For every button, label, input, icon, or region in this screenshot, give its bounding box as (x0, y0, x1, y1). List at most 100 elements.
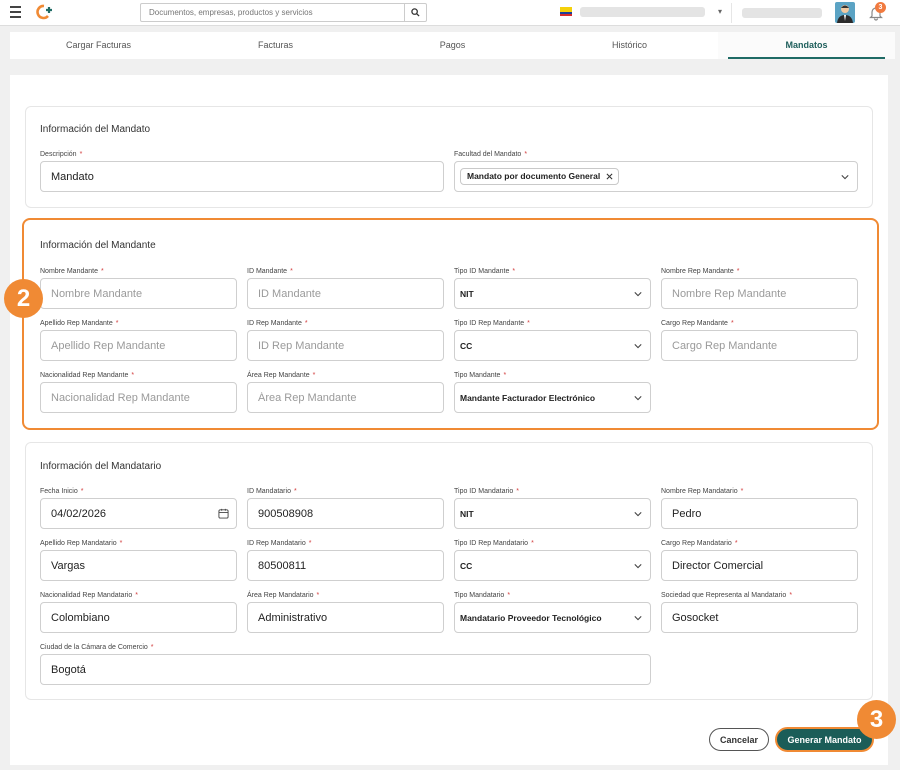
nacionalidad-rep-mandante-field (40, 382, 237, 413)
step-badge-3: 3 (857, 700, 896, 739)
chevron-down-icon (634, 512, 642, 517)
fecha-inicio-input[interactable] (41, 499, 236, 528)
nombre-rep-mandante-input[interactable] (662, 279, 857, 308)
id-rep-mandante-input[interactable] (248, 331, 443, 360)
descripcion-input[interactable] (41, 162, 443, 191)
nombre-rep-mandante-label: Nombre Rep Mandante * (661, 268, 740, 275)
logo-icon[interactable] (34, 3, 54, 21)
id-mandante-input[interactable] (248, 279, 443, 308)
chevron-down-icon (634, 564, 642, 569)
menu-icon[interactable] (10, 6, 21, 18)
tipo-id-mandante-select[interactable]: NIT (454, 278, 651, 309)
search-box (140, 3, 427, 22)
tab-facturas[interactable]: Facturas (187, 32, 364, 59)
nacionalidad-rep-mandante-label: Nacionalidad Rep Mandante * (40, 372, 135, 379)
id-rep-mandatario-label: ID Rep Mandatario * (247, 540, 312, 547)
nacionalidad-rep-mandatario-input[interactable] (41, 603, 236, 632)
chevron-down-icon (634, 396, 642, 401)
chevron-down-icon (634, 292, 642, 297)
nombre-rep-mandatario-label: Nombre Rep Mandatario * (661, 488, 744, 495)
tipo-mandante-value: Mandante Facturador Electrónico (460, 393, 596, 403)
area-rep-mandante-label: Área Rep Mandante * (247, 372, 316, 379)
mandante-section-title: Información del Mandante (40, 240, 156, 251)
tipo-mandante-select[interactable]: Mandante Facturador Electrónico (454, 382, 651, 413)
sociedad-mandatario-input[interactable] (662, 603, 857, 632)
notification-badge: 3 (875, 2, 886, 13)
tipo-mandatario-select[interactable]: Mandatario Proveedor Tecnológico (454, 602, 651, 633)
tipo-mandatario-label: Tipo Mandatario * (454, 592, 511, 599)
chevron-down-icon (841, 175, 849, 180)
id-rep-mandatario-field (247, 550, 444, 581)
tab-historico[interactable]: Histórico (541, 32, 718, 59)
colombia-flag-icon[interactable] (560, 7, 572, 16)
avatar[interactable] (835, 2, 855, 23)
tipo-id-rep-mandatario-label: Tipo ID Rep Mandatario * (454, 540, 534, 547)
facultad-chip: Mandato por documento General (460, 168, 620, 185)
cargo-rep-mandatario-input[interactable] (662, 551, 857, 580)
cargo-rep-mandatario-field (661, 550, 858, 581)
tab-mandatos[interactable]: Mandatos (718, 32, 895, 59)
apellido-rep-mandante-input[interactable] (41, 331, 236, 360)
calendar-icon[interactable] (218, 508, 229, 519)
top-bar: ▾ 3 (0, 0, 900, 26)
generate-mandate-button[interactable]: Generar Mandato (775, 727, 874, 752)
chevron-down-icon (634, 344, 642, 349)
cargo-rep-mandatario-label: Cargo Rep Mandatario * (661, 540, 738, 547)
descripcion-label: Descripción * (40, 151, 83, 158)
area-rep-mandante-input[interactable] (248, 383, 443, 412)
area-rep-mandatario-input[interactable] (248, 603, 443, 632)
nacionalidad-rep-mandante-input[interactable] (41, 383, 236, 412)
step-badge-2: 2 (4, 279, 43, 318)
nombre-mandante-label: Nombre Mandante * (40, 268, 104, 275)
user-avatar-icon (837, 5, 853, 23)
tipo-id-mandatario-value: NIT (460, 509, 474, 519)
nombre-mandante-input[interactable] (41, 279, 236, 308)
search-input[interactable] (141, 4, 405, 21)
chevron-down-icon: ▾ (717, 7, 722, 16)
id-rep-mandatario-input[interactable] (248, 551, 443, 580)
divider (731, 3, 732, 23)
chevron-down-icon (634, 616, 642, 621)
tipo-id-mandatario-select[interactable]: NIT (454, 498, 651, 529)
tab-cargar-facturas[interactable]: Cargar Facturas (10, 32, 187, 59)
id-mandante-field (247, 278, 444, 309)
company-name-redacted (580, 7, 705, 17)
area-rep-mandante-field (247, 382, 444, 413)
apellido-rep-mandatario-field (40, 550, 237, 581)
id-rep-mandante-field (247, 330, 444, 361)
mandato-section-title: Información del Mandato (40, 124, 151, 135)
tipo-id-mandatario-label: Tipo ID Mandatario * (454, 488, 520, 495)
id-mandatario-field (247, 498, 444, 529)
mandatario-section-title: Información del Mandatario (40, 461, 162, 472)
tipo-id-rep-mandante-label: Tipo ID Rep Mandante * (454, 320, 530, 327)
mandato-section (25, 106, 873, 208)
cargo-rep-mandante-label: Cargo Rep Mandante * (661, 320, 734, 327)
apellido-rep-mandatario-input[interactable] (41, 551, 236, 580)
apellido-rep-mandatario-label: Apellido Rep Mandatario * (40, 540, 123, 547)
tipo-mandante-label: Tipo Mandante * (454, 372, 507, 379)
apellido-rep-mandante-field (40, 330, 237, 361)
descripcion-field (40, 161, 444, 192)
facultad-chip-label: Mandato por documento General (467, 171, 601, 181)
search-button[interactable] (404, 4, 426, 21)
tab-pagos[interactable]: Pagos (364, 32, 541, 59)
area-rep-mandatario-label: Área Rep Mandatario * (247, 592, 320, 599)
company-selector[interactable]: ▾ (578, 4, 726, 21)
ciudad-camara-input[interactable] (41, 655, 650, 684)
id-rep-mandante-label: ID Rep Mandante * (247, 320, 308, 327)
cancel-button[interactable]: Cancelar (709, 728, 769, 751)
nombre-rep-mandatario-input[interactable] (662, 499, 857, 528)
nacionalidad-rep-mandatario-label: Nacionalidad Rep Mandatario * (40, 592, 138, 599)
tipo-id-rep-mandante-select[interactable]: CC (454, 330, 651, 361)
tipo-id-rep-mandatario-value: CC (460, 561, 473, 571)
facultad-label: Facultad del Mandato * (454, 151, 528, 158)
nombre-mandante-field (40, 278, 237, 309)
tipo-id-rep-mandatario-select[interactable]: CC (454, 550, 651, 581)
apellido-rep-mandante-label: Apellido Rep Mandante * (40, 320, 119, 327)
facultad-select[interactable]: Mandato por documento General (454, 161, 858, 192)
cargo-rep-mandante-input[interactable] (662, 331, 857, 360)
id-mandatario-input[interactable] (248, 499, 443, 528)
close-icon[interactable] (606, 173, 613, 180)
search-icon (411, 8, 420, 17)
tipo-id-rep-mandante-value: CC (460, 341, 473, 351)
